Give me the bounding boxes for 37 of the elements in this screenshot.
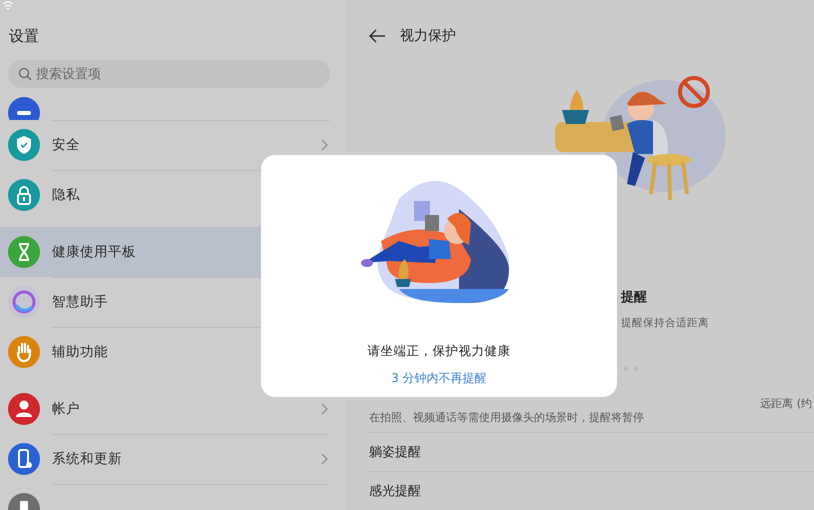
settings-title: 设置 xyxy=(9,26,39,46)
search-icon xyxy=(18,67,32,81)
setting-icon xyxy=(8,129,40,161)
settings-item-label: 系统和更新 xyxy=(52,450,122,468)
note-text: 在拍照、视频通话等需使用摄像头的场景时，提醒将暂停 xyxy=(369,410,644,425)
settings-item-label: 智慧助手 xyxy=(52,293,108,311)
settings-item-label: 帐户 xyxy=(52,400,80,418)
list-item[interactable]: 感光提醒 xyxy=(369,471,814,510)
settings-item[interactable]: 辅助功能 xyxy=(0,327,348,377)
setting-icon xyxy=(8,443,40,475)
settings-item-label: 安全 xyxy=(52,136,80,154)
section-title: 提醒 xyxy=(621,289,647,306)
list-item[interactable]: 躺姿提醒 xyxy=(369,432,814,471)
distance-label: 远距离 (约 xyxy=(760,396,812,411)
wifi-icon xyxy=(2,1,14,11)
settings-item[interactable]: 智慧助手 xyxy=(0,277,348,327)
chevron-icon xyxy=(321,403,328,415)
setting-icon xyxy=(8,97,40,120)
settings-item-label: 隐私 xyxy=(52,186,80,204)
settings-item[interactable]: 隐私 xyxy=(0,170,348,220)
settings-item[interactable]: 系统和更新 xyxy=(0,434,348,484)
settings-item-label: 辅助功能 xyxy=(52,343,108,361)
chevron-icon xyxy=(321,453,328,465)
setting-icon xyxy=(8,179,40,211)
snooze-link[interactable]: 3 分钟内不再提醒 xyxy=(391,370,487,387)
page-title: 视力保护 xyxy=(400,27,456,45)
setting-icon xyxy=(8,286,40,318)
chevron-icon xyxy=(321,139,328,151)
settings-item-label: 健康使用平板 xyxy=(52,243,136,261)
setting-icon xyxy=(8,393,40,425)
settings-item[interactable]: 安全 xyxy=(0,120,348,170)
setting-icon xyxy=(8,236,40,268)
search-field[interactable]: 搜索设置项 xyxy=(8,60,330,88)
section-subtitle: 提醒保持合适距离 xyxy=(621,316,709,330)
reminder-message: 请坐端正，保护视力健康 xyxy=(368,343,510,360)
setting-icon xyxy=(8,336,40,368)
back-icon[interactable] xyxy=(369,29,386,43)
